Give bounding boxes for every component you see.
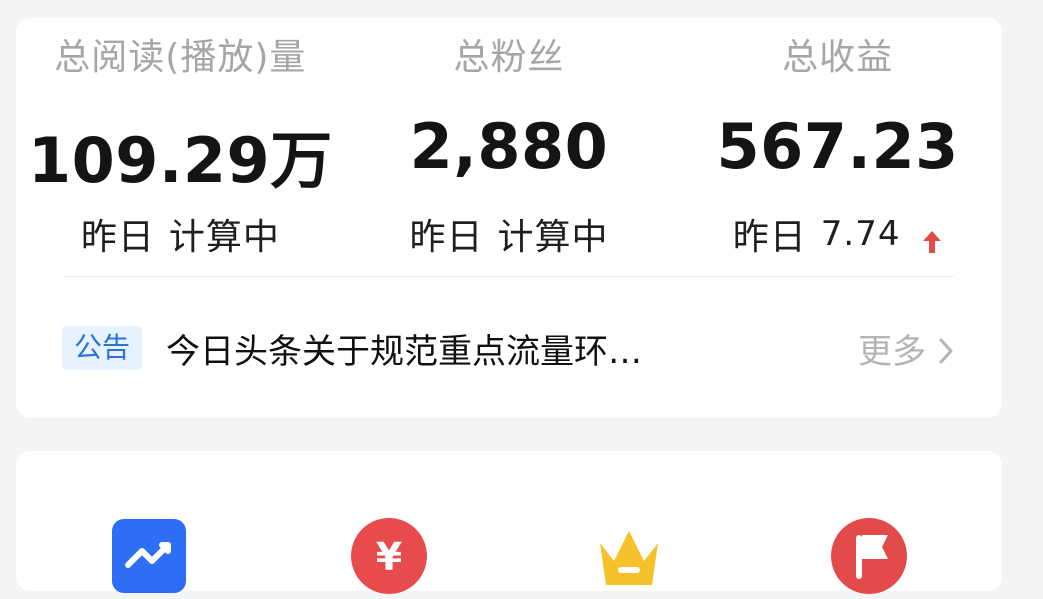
stat-sub-label: 昨日 xyxy=(80,217,155,258)
stat-yesterday: 昨日 计算中 xyxy=(345,208,674,260)
stat-sub-value: 计算中 xyxy=(168,217,280,258)
stat-value: 567.23 xyxy=(716,110,959,183)
stat-yesterday: 昨日 计算中 xyxy=(16,208,345,260)
stat-label: 总阅读(播放)量 xyxy=(54,37,307,78)
svg-text:¥: ¥ xyxy=(376,535,402,579)
notice-text[interactable]: 今日头条关于规范重点流量环… xyxy=(166,324,642,373)
arrow-up-icon xyxy=(921,222,943,253)
stat-total-reads[interactable]: 总阅读(播放)量 109.29万 昨日 计算中 xyxy=(16,18,345,268)
notice-badge: 公告 xyxy=(62,326,143,370)
notice-more-label: 更多 xyxy=(858,331,926,372)
stat-sub-value: 计算中 xyxy=(497,217,609,258)
stat-sub-value: 7.74 xyxy=(820,214,901,254)
tools-card: ¥ xyxy=(16,451,1002,594)
stat-yesterday: 昨日 7.74 xyxy=(673,208,1002,260)
stat-value: 2,880 xyxy=(409,110,609,183)
stats-row: 总阅读(播放)量 109.29万 昨日 计算中 总粉丝 2,880 昨日 计算中… xyxy=(16,18,1002,268)
tool-icons-row: ¥ xyxy=(16,513,1002,594)
stat-value: 109.29万 xyxy=(27,124,333,197)
divider xyxy=(64,276,954,277)
crown-icon[interactable] xyxy=(586,513,672,599)
stat-sub-label: 昨日 xyxy=(409,217,484,258)
stats-card: 总阅读(播放)量 109.29万 昨日 计算中 总粉丝 2,880 昨日 计算中… xyxy=(16,18,1002,418)
stat-label: 总收益 xyxy=(782,37,894,78)
stat-total-fans[interactable]: 总粉丝 2,880 昨日 计算中 xyxy=(345,18,674,268)
flag-icon[interactable] xyxy=(826,513,912,599)
chevron-right-icon xyxy=(936,334,956,364)
stat-label: 总粉丝 xyxy=(453,37,565,78)
stat-sub-label: 昨日 xyxy=(732,217,807,258)
stat-total-earnings[interactable]: 总收益 567.23 昨日 7.74 xyxy=(673,18,1002,268)
notice-row[interactable]: 公告 今日头条关于规范重点流量环… 更多 xyxy=(62,318,956,378)
yuan-icon[interactable]: ¥ xyxy=(346,513,432,599)
notice-more-link[interactable]: 更多 xyxy=(858,324,956,373)
trend-chart-icon[interactable] xyxy=(106,513,192,599)
